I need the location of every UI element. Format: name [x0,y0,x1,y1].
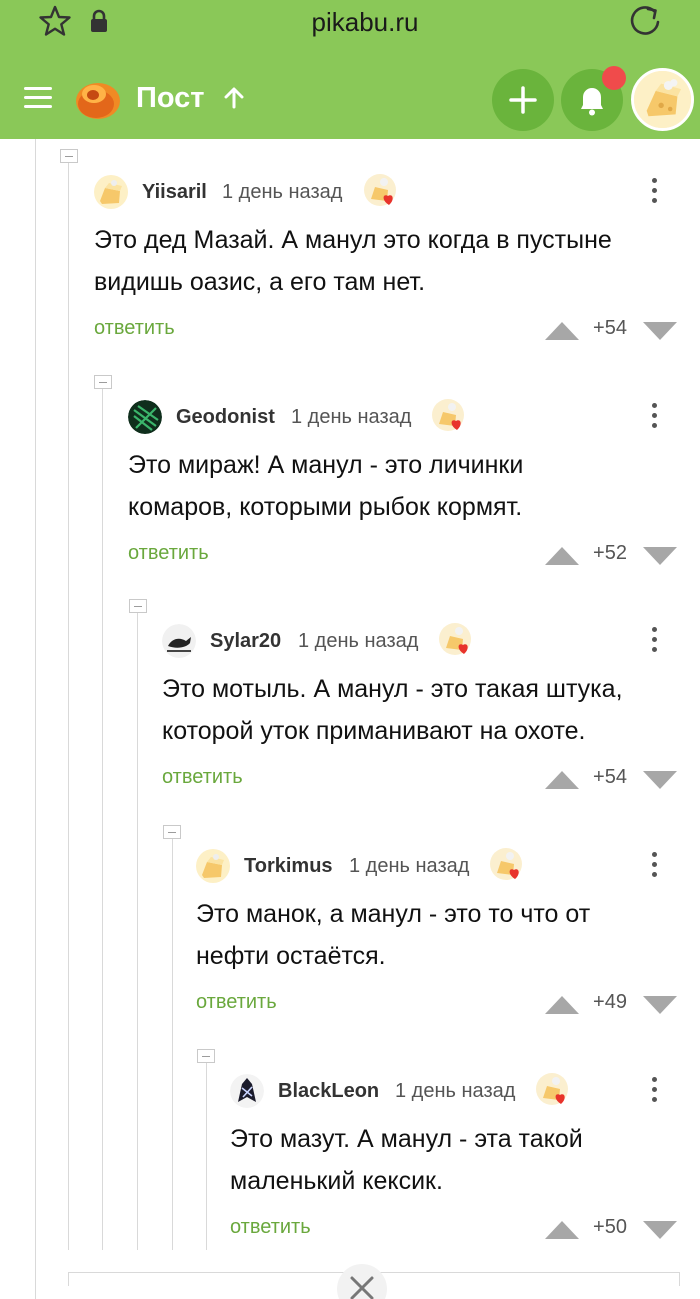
collapse-toggle[interactable] [129,599,147,613]
close-button[interactable] [337,1264,387,1299]
collapse-toggle[interactable] [197,1049,215,1063]
vote-up-icon[interactable] [545,771,579,789]
reply-link[interactable]: ответить [196,991,277,1014]
avatar[interactable] [94,175,128,209]
vote-up-icon[interactable] [545,996,579,1014]
reload-icon[interactable] [626,3,664,41]
menu-icon[interactable] [24,87,54,111]
vote-down-icon[interactable] [643,322,677,340]
reply-link[interactable]: ответить [162,766,243,789]
divider [679,1272,680,1286]
vote-down-icon[interactable] [643,771,677,789]
arrow-up-icon[interactable] [223,87,245,109]
comment-author[interactable]: Yiisaril [142,181,207,204]
comment-author[interactable]: BlackLeon [278,1080,379,1103]
award-badge-icon [490,848,522,880]
close-icon [350,1276,374,1299]
comment-text: Это дед Мазай. А манул это когда в пусты… [94,226,612,296]
award-badge-icon [432,399,464,431]
page-title: Пост [136,82,205,114]
reply-link[interactable]: ответить [94,317,175,340]
comment-text: Это манок, а манул - это то что от нефти… [196,900,591,970]
rating-count: +52 [593,542,627,564]
user-avatar[interactable] [631,68,694,131]
thread-line [206,1051,207,1250]
comment-text: Это мотыль. А манул - это такая штука, к… [162,675,623,745]
avatar[interactable] [128,400,162,434]
add-post-button[interactable] [492,69,554,131]
browser-address-bar: pikabu.ru [0,0,700,45]
collapse-toggle[interactable] [60,149,78,163]
comment-author[interactable]: Geodonist [176,406,275,429]
award-badge-icon [439,623,471,655]
vote-up-icon[interactable] [545,322,579,340]
comment-text: Это мазут. А манул - эта такой маленький… [230,1125,583,1195]
vote-up-icon[interactable] [545,1221,579,1239]
thread-line [137,601,138,1250]
comment-menu-icon[interactable] [646,627,662,657]
comment-text: Это мираж! А манул - это личинки комаров… [128,451,524,521]
rating-count: +54 [593,317,627,339]
comment-menu-icon[interactable] [646,178,662,208]
comment-menu-icon[interactable] [646,852,662,882]
plus-icon [509,86,537,114]
url-text[interactable]: pikabu.ru [0,7,700,38]
reply-link[interactable]: ответить [230,1216,311,1239]
pikabu-logo[interactable] [72,74,124,122]
comment-thread: Yiisaril 1 день назад Это дед Мазай. А м… [0,139,700,1299]
vote-down-icon[interactable] [643,996,677,1014]
vote-down-icon[interactable] [643,1221,677,1239]
thread-line [68,151,69,1250]
rating-count: +54 [593,766,627,788]
comment-menu-icon[interactable] [646,1077,662,1107]
collapse-toggle[interactable] [94,375,112,389]
award-badge-icon [364,174,396,206]
collapse-toggle[interactable] [163,825,181,839]
vote-up-icon[interactable] [545,547,579,565]
divider [68,1272,69,1286]
comment-author[interactable]: Sylar20 [210,630,281,653]
rating-count: +49 [593,991,627,1013]
avatar[interactable] [162,624,196,658]
rating-count: +50 [593,1216,627,1238]
thread-line [35,139,36,1299]
vote-down-icon[interactable] [643,547,677,565]
comment-time: 1 день назад [291,406,412,428]
award-badge-icon [536,1073,568,1105]
avatar[interactable] [196,849,230,883]
comment-time: 1 день назад [222,181,343,203]
avatar[interactable] [230,1074,264,1108]
notification-badge [602,66,626,90]
thread-line [172,827,173,1250]
site-header: Пост [0,45,700,139]
comment-time: 1 день назад [349,855,470,877]
comment-menu-icon[interactable] [646,403,662,433]
comment-time: 1 день назад [395,1080,516,1102]
comment-time: 1 день назад [298,630,419,652]
thread-line [102,377,103,1250]
comment-author[interactable]: Torkimus [244,855,333,878]
reply-link[interactable]: ответить [128,542,209,565]
